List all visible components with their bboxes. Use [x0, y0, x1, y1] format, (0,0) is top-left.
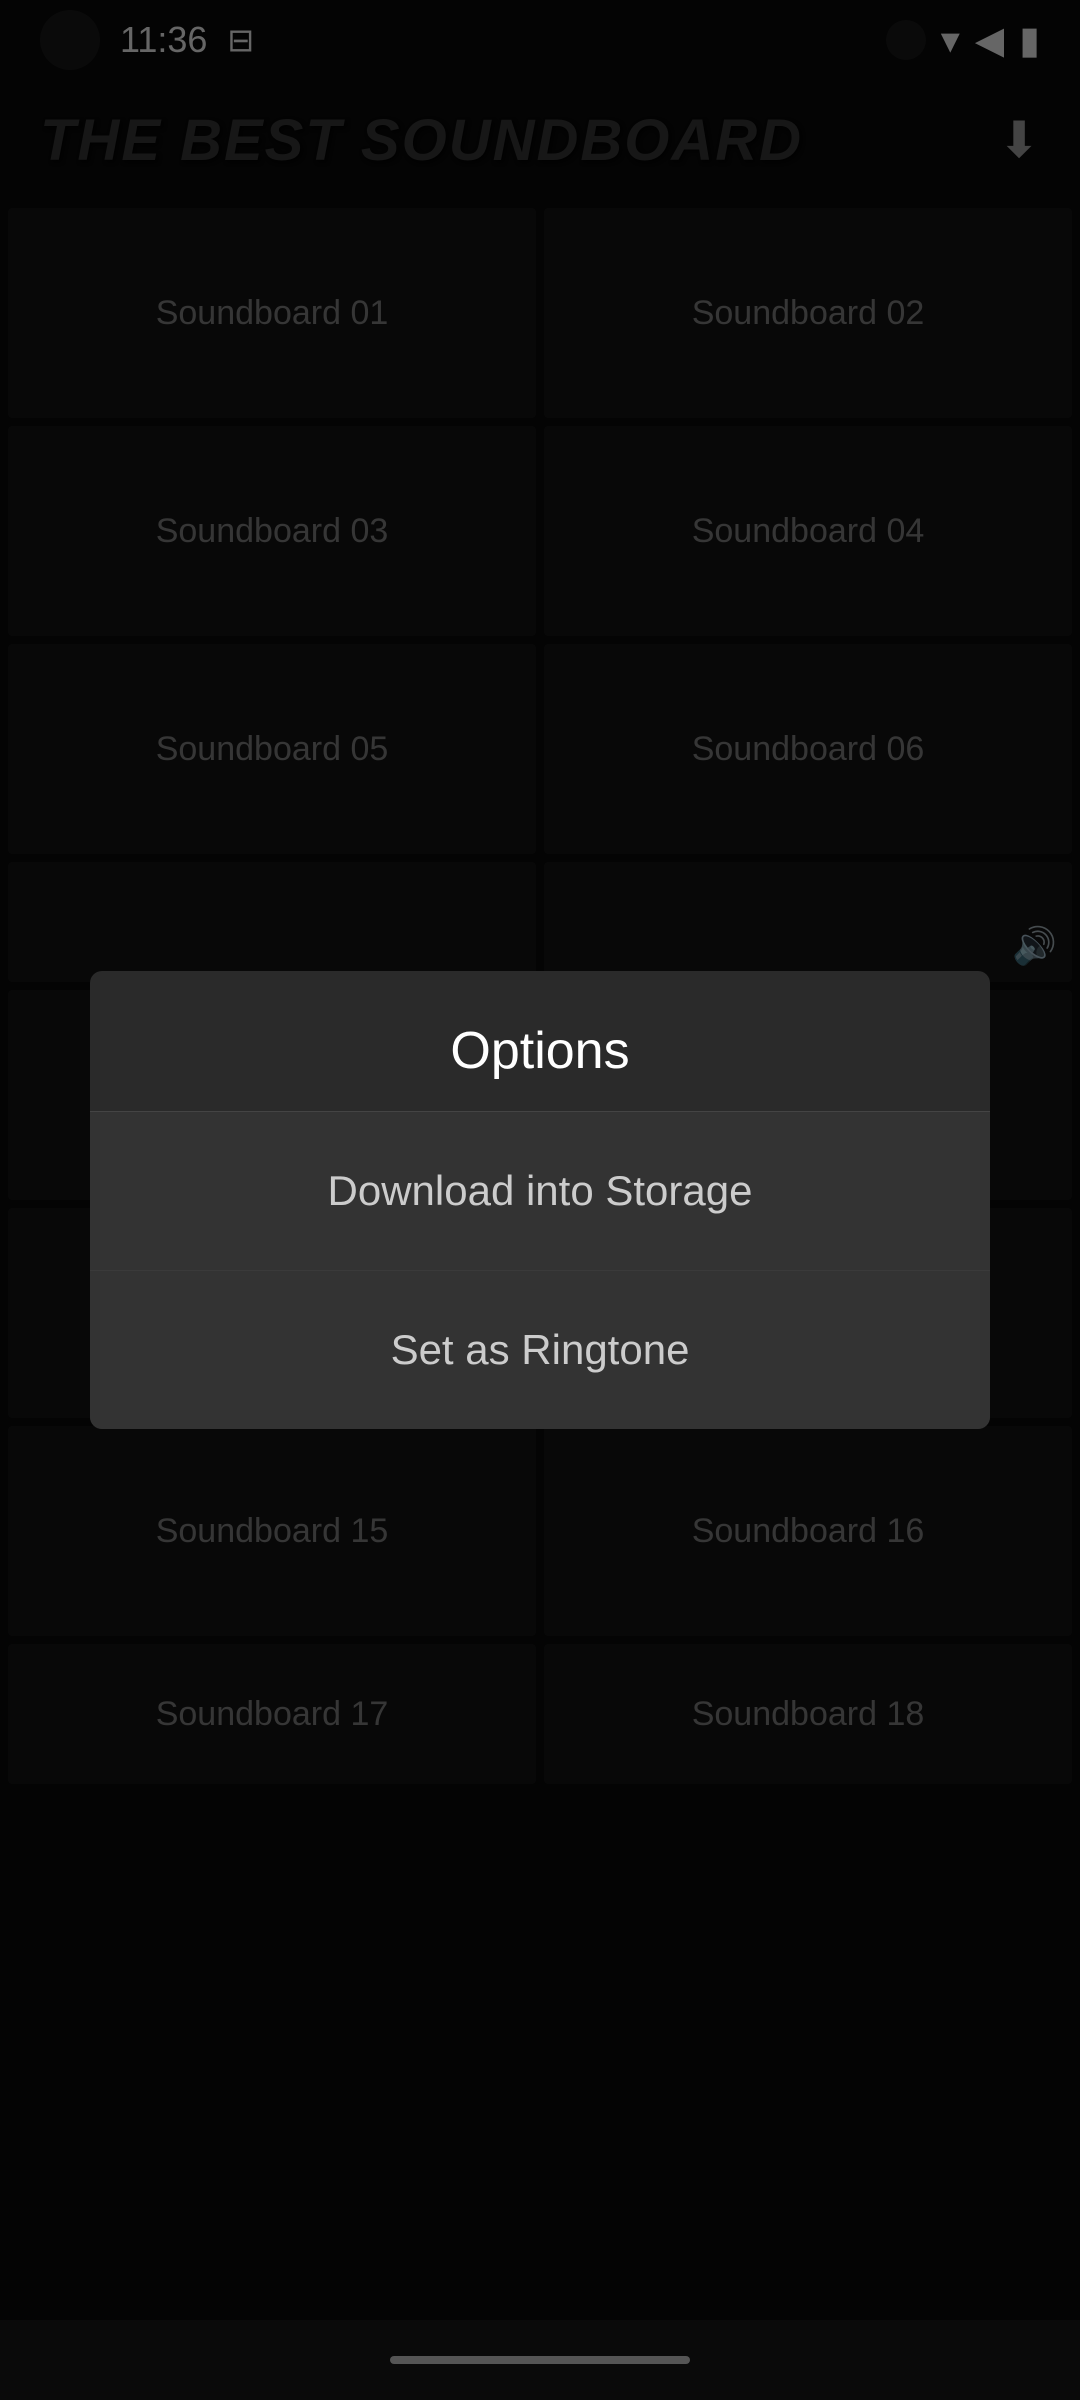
- set-as-ringtone-button[interactable]: Set as Ringtone: [90, 1271, 990, 1429]
- download-into-storage-button[interactable]: Download into Storage: [90, 1112, 990, 1271]
- home-indicator: [390, 2356, 690, 2364]
- nav-bar: [0, 2320, 1080, 2400]
- modal-title-area: Options: [90, 971, 990, 1112]
- options-modal: Options Download into Storage Set as Rin…: [90, 971, 990, 1429]
- modal-title: Options: [450, 1022, 629, 1080]
